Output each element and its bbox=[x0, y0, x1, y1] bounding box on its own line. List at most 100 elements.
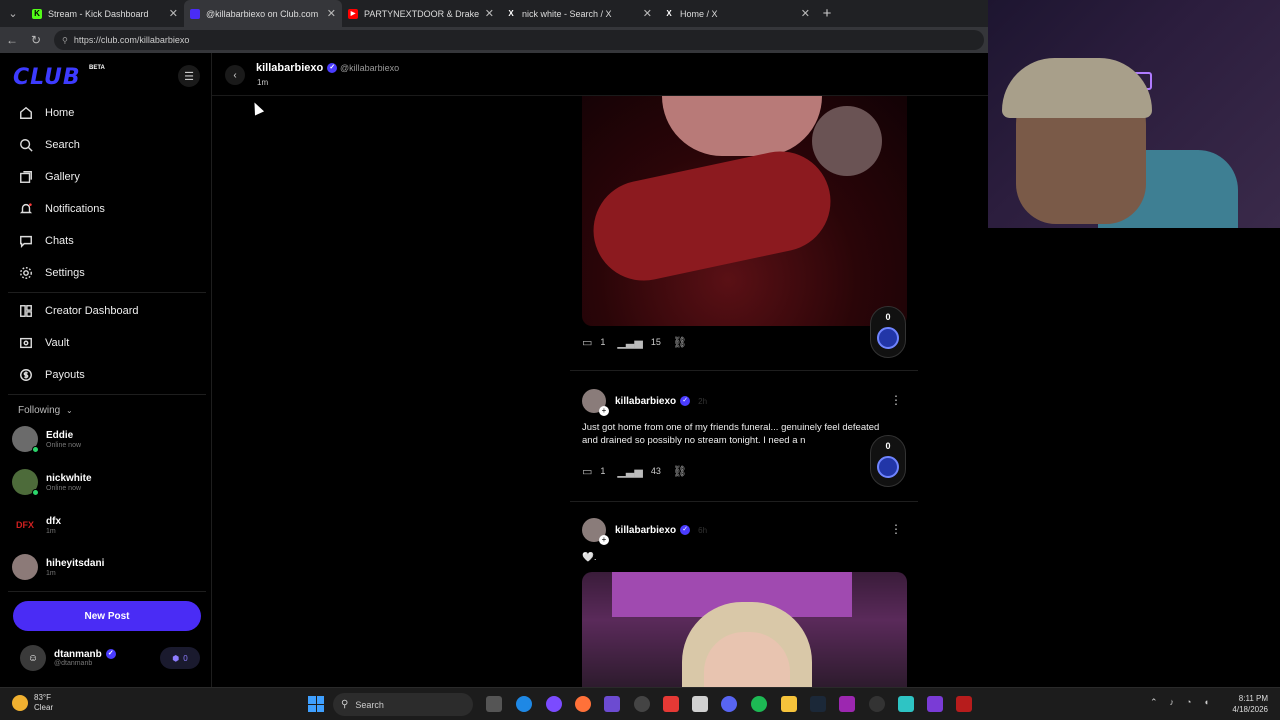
more-options-icon[interactable]: ⋮ bbox=[890, 393, 902, 407]
nav-home[interactable]: Home bbox=[12, 100, 202, 126]
weather-widget[interactable]: 83°F Clear bbox=[12, 693, 53, 713]
comments-button[interactable]: ▭ 1 bbox=[582, 465, 605, 478]
close-tab-icon[interactable]: ✕ bbox=[327, 7, 336, 20]
post-image[interactable] bbox=[582, 572, 907, 687]
new-post-button[interactable]: New Post bbox=[13, 601, 201, 631]
share-link-button[interactable]: ⛓ bbox=[673, 465, 695, 478]
avatar[interactable]: + bbox=[582, 518, 609, 545]
coin-icon bbox=[877, 456, 899, 478]
gallery-icon bbox=[18, 169, 34, 185]
post-feed: ▭ 1 ▁▃▅ 15 ⛓ 0 + killabarbiexo ✓ 2h ⋮ Just… bbox=[570, 96, 918, 687]
browser-tab[interactable]: ▶ PARTYNEXTDOOR & Drake - SOM ✕ bbox=[342, 0, 500, 27]
bar-chart-icon: ▁▃▅ bbox=[617, 336, 643, 349]
gear-icon bbox=[18, 265, 34, 281]
following-item[interactable]: DFX dfx 1m bbox=[12, 509, 202, 541]
profile-header: ‹ killabarbiexo ✓ @killabarbiexo 1m bbox=[212, 53, 988, 96]
wifi-icon[interactable]: ◔ bbox=[1186, 697, 1191, 708]
verified-icon: ✓ bbox=[105, 649, 116, 660]
coin-icon bbox=[877, 327, 899, 349]
tip-button[interactable]: 0 bbox=[870, 306, 906, 358]
sidebar: CLUB BETA ☰ Home Search Gallery Notifica… bbox=[0, 53, 212, 687]
task-view-icon[interactable] bbox=[486, 696, 502, 712]
nav-chats[interactable]: Chats bbox=[12, 228, 202, 254]
photo-region bbox=[812, 106, 882, 176]
taskbar-search[interactable]: ⚲ Search bbox=[333, 693, 473, 716]
volume-icon[interactable]: ◖ bbox=[1203, 697, 1208, 708]
browser-tab[interactable]: X nick white - Search / X ✕ bbox=[500, 0, 658, 27]
nav-search[interactable]: Search bbox=[12, 132, 202, 158]
site-info-icon[interactable]: ⚲ bbox=[62, 36, 68, 45]
back-button[interactable]: ‹ bbox=[225, 65, 245, 85]
nav-creator-dashboard[interactable]: Creator Dashboard bbox=[12, 298, 202, 324]
following-toggle[interactable]: Following ⌄ bbox=[18, 405, 73, 416]
file-explorer-icon[interactable] bbox=[781, 696, 797, 712]
app-icon[interactable] bbox=[898, 696, 914, 712]
windows-taskbar: 83°F Clear ⚲ Search ⌃ ♪ ◔ ◖ 8:11 PM 4/18… bbox=[0, 687, 1280, 720]
following-item[interactable]: hiheyitsdani 1m bbox=[12, 551, 202, 583]
browser-tab[interactable]: K Stream - Kick Dashboard ✕ bbox=[26, 0, 184, 27]
app-icon[interactable] bbox=[839, 696, 855, 712]
follow-plus-icon[interactable]: + bbox=[599, 406, 609, 416]
browser-tab-active[interactable]: @killabarbiexo on Club.com ✕ bbox=[184, 0, 342, 27]
nav-notifications[interactable]: Notifications bbox=[12, 196, 202, 222]
nav-vault[interactable]: Vault bbox=[12, 330, 202, 356]
clock[interactable]: 8:11 PM 4/18/2026 bbox=[1226, 693, 1268, 715]
youtube-favicon-icon: ▶ bbox=[348, 8, 358, 19]
spotify-icon[interactable] bbox=[751, 696, 767, 712]
comments-button[interactable]: ▭ 1 bbox=[582, 336, 605, 349]
obs-icon[interactable] bbox=[634, 696, 650, 712]
reload-icon[interactable]: ↻ bbox=[24, 33, 48, 47]
fx-app-icon[interactable] bbox=[927, 696, 943, 712]
close-tab-icon[interactable]: ✕ bbox=[169, 7, 178, 20]
tip-button[interactable]: 0 bbox=[870, 435, 906, 487]
app-icon[interactable] bbox=[604, 696, 620, 712]
nav-payouts[interactable]: Payouts bbox=[12, 362, 202, 388]
verified-icon: ✓ bbox=[327, 63, 338, 74]
bell-icon bbox=[18, 201, 34, 217]
coin-balance[interactable]: ⬢ 0 bbox=[160, 647, 200, 669]
club-app: CLUB BETA ☰ Home Search Gallery Notifica… bbox=[0, 53, 988, 687]
post-image[interactable] bbox=[582, 96, 907, 326]
app-icon[interactable] bbox=[869, 696, 885, 712]
music-icon[interactable] bbox=[692, 696, 708, 712]
current-user[interactable]: ☺ dtanmanb ✓ @dtanmanb ⬢ 0 bbox=[12, 641, 202, 675]
steam-icon[interactable] bbox=[810, 696, 826, 712]
following-item[interactable]: nickwhite Online now bbox=[12, 466, 202, 498]
chevron-up-icon[interactable]: ⌃ bbox=[1150, 697, 1158, 708]
club-logo[interactable]: CLUB bbox=[13, 65, 81, 90]
post-header: + killabarbiexo ✓ 2h bbox=[582, 388, 707, 416]
valorant-icon[interactable] bbox=[956, 696, 972, 712]
microphone-icon[interactable]: ♪ bbox=[1170, 697, 1175, 708]
tab-list-menu-icon[interactable]: ⌄ bbox=[0, 0, 26, 27]
new-tab-button[interactable]: + bbox=[816, 5, 838, 22]
firefox-icon[interactable] bbox=[575, 696, 591, 712]
vault-icon bbox=[18, 335, 34, 351]
browser-tab[interactable]: X Home / X ✕ bbox=[658, 0, 816, 27]
following-item[interactable]: Eddie Online now bbox=[12, 423, 202, 455]
follow-plus-icon[interactable]: + bbox=[599, 535, 609, 545]
nav-gallery[interactable]: Gallery bbox=[12, 164, 202, 190]
start-button[interactable] bbox=[308, 696, 324, 712]
more-options-icon[interactable]: ⋮ bbox=[890, 522, 902, 536]
close-tab-icon[interactable]: ✕ bbox=[801, 7, 810, 20]
close-tab-icon[interactable]: ✕ bbox=[485, 7, 494, 20]
copilot-icon[interactable] bbox=[546, 696, 562, 712]
edge-icon[interactable] bbox=[516, 696, 532, 712]
avatar[interactable]: + bbox=[582, 389, 609, 416]
app-icon[interactable] bbox=[663, 696, 679, 712]
url-input[interactable]: ⚲ https://club.com/killabarbiexo bbox=[54, 30, 984, 50]
nav-settings[interactable]: Settings bbox=[12, 260, 202, 286]
x-favicon-icon: X bbox=[666, 9, 672, 18]
avatar: ☺ bbox=[20, 645, 46, 671]
post-actions: ▭ 1 ▁▃▅ 43 ⛓ bbox=[582, 461, 707, 481]
online-indicator bbox=[32, 489, 39, 496]
dollar-icon bbox=[18, 367, 34, 383]
back-icon[interactable]: ← bbox=[0, 33, 24, 47]
menu-icon[interactable]: ☰ bbox=[178, 65, 200, 87]
chevron-down-icon: ⌄ bbox=[66, 406, 73, 415]
close-tab-icon[interactable]: ✕ bbox=[643, 7, 652, 20]
share-link-button[interactable]: ⛓ bbox=[673, 336, 695, 349]
discord-icon[interactable] bbox=[721, 696, 737, 712]
club-favicon-icon bbox=[190, 8, 200, 19]
avatar bbox=[12, 426, 39, 453]
